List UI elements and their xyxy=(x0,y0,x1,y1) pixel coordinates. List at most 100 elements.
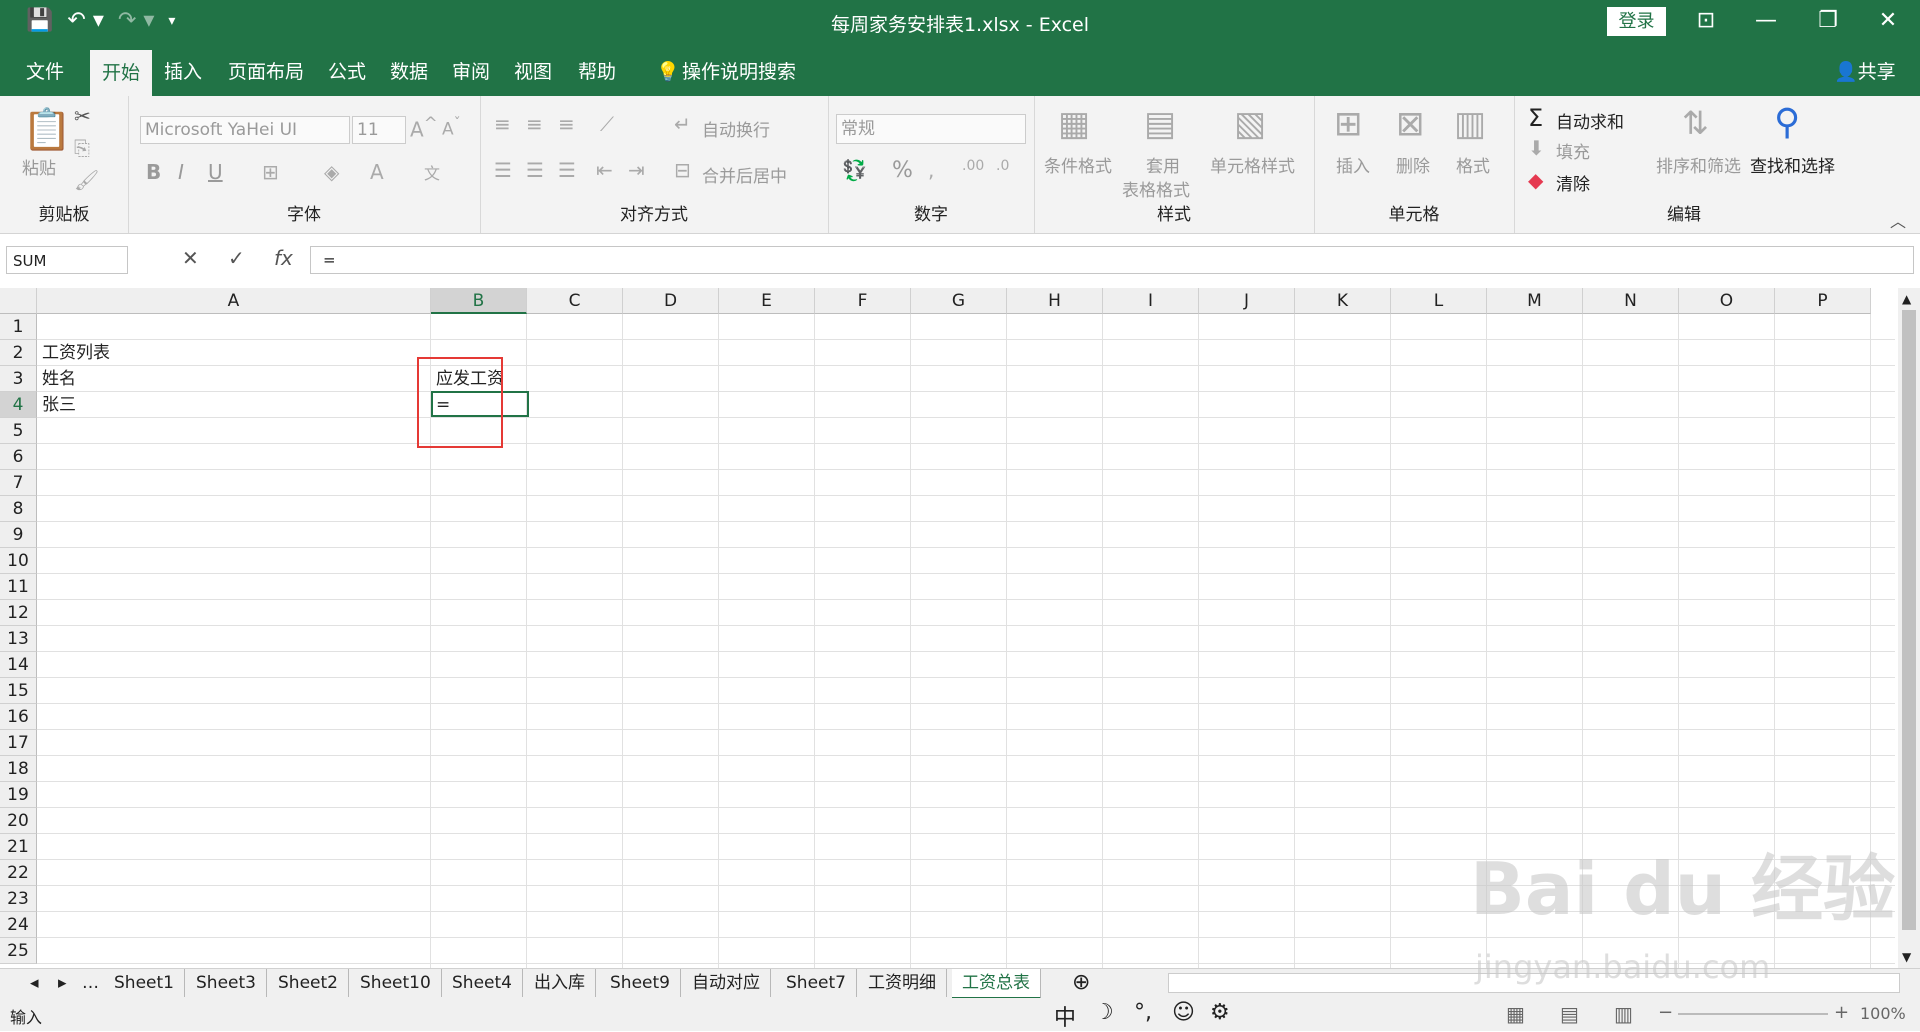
cell-styles-icon[interactable]: ▧ xyxy=(1234,104,1266,144)
column-header-k[interactable]: K xyxy=(1295,288,1391,314)
row-header-4[interactable]: 4 xyxy=(0,392,37,418)
row-header-9[interactable]: 9 xyxy=(0,522,37,548)
login-button[interactable]: 登录 xyxy=(1607,7,1666,36)
close-icon[interactable]: ✕ xyxy=(1868,8,1908,33)
insert-cells-button[interactable]: 插入 xyxy=(1336,152,1370,177)
column-header-d[interactable]: D xyxy=(623,288,719,314)
increase-font-icon[interactable]: A^ xyxy=(410,114,438,142)
page-break-view-icon[interactable]: ▥ xyxy=(1614,1002,1633,1026)
row-header-8[interactable]: 8 xyxy=(0,496,37,522)
row-header-3[interactable]: 3 xyxy=(0,366,37,392)
row-header-24[interactable]: 24 xyxy=(0,912,37,938)
sheet-tab[interactable]: Sheet1 xyxy=(104,969,185,997)
conditional-format-button[interactable]: 条件格式 xyxy=(1044,152,1112,177)
settings-icon[interactable]: ⚙ xyxy=(1210,1000,1230,1025)
merge-center-button[interactable]: 合并后居中 xyxy=(702,162,787,187)
scroll-up-icon[interactable]: ▲ xyxy=(1902,292,1911,306)
align-left-icon[interactable]: ☰ xyxy=(494,158,512,182)
sheet-tab[interactable]: Sheet2 xyxy=(268,969,349,997)
tab-file[interactable]: 文件 xyxy=(14,46,76,96)
tab-formulas[interactable]: 公式 xyxy=(316,46,378,96)
cut-icon[interactable]: ✂ xyxy=(74,104,91,128)
enter-icon[interactable]: ✓ xyxy=(228,246,245,270)
font-color-icon[interactable]: A xyxy=(370,160,384,184)
tell-me-search[interactable]: 操作说明搜索 xyxy=(670,46,808,96)
moon-icon[interactable]: ☽ xyxy=(1094,1000,1114,1025)
select-all-corner[interactable] xyxy=(0,288,37,314)
column-header-n[interactable]: N xyxy=(1583,288,1679,314)
row-header-7[interactable]: 7 xyxy=(0,470,37,496)
column-header-l[interactable]: L xyxy=(1391,288,1487,314)
decrease-indent-icon[interactable]: ⇤ xyxy=(596,158,613,182)
column-header-m[interactable]: M xyxy=(1487,288,1583,314)
ribbon-display-icon[interactable]: ⊡ xyxy=(1686,8,1726,33)
top-align-icon[interactable]: ≡ xyxy=(494,112,511,136)
sheet-tab[interactable]: Sheet4 xyxy=(442,969,523,997)
increase-indent-icon[interactable]: ⇥ xyxy=(628,158,645,182)
autosum-icon[interactable]: Σ xyxy=(1528,104,1543,132)
sheet-tab[interactable]: Sheet3 xyxy=(186,969,267,997)
minimize-icon[interactable]: — xyxy=(1746,8,1786,33)
normal-view-icon[interactable]: ▦ xyxy=(1506,1002,1525,1026)
punctuation-icon[interactable]: °, xyxy=(1134,1000,1152,1025)
row-header-11[interactable]: 11 xyxy=(0,574,37,600)
cell-a3[interactable]: 姓名 xyxy=(42,366,76,392)
row-header-20[interactable]: 20 xyxy=(0,808,37,834)
tab-help[interactable]: 帮助 xyxy=(566,46,628,96)
cancel-icon[interactable]: ✕ xyxy=(182,246,199,270)
format-cells-button[interactable]: 格式 xyxy=(1456,152,1490,177)
bottom-align-icon[interactable]: ≡ xyxy=(558,112,575,136)
fill-color-icon[interactable]: ◈ xyxy=(324,160,339,184)
format-painter-icon[interactable]: 🖌 xyxy=(74,168,99,192)
delete-cells-button[interactable]: 删除 xyxy=(1396,152,1430,177)
row-header-17[interactable]: 17 xyxy=(0,730,37,756)
number-format-select[interactable]: 常规 xyxy=(836,114,1026,144)
column-header-j[interactable]: J xyxy=(1199,288,1295,314)
row-header-1[interactable]: 1 xyxy=(0,314,37,340)
row-header-16[interactable]: 16 xyxy=(0,704,37,730)
percent-button[interactable]: % xyxy=(892,158,913,183)
phonetic-icon[interactable]: 文 xyxy=(424,160,440,184)
bold-button[interactable]: B xyxy=(146,160,161,184)
row-header-21[interactable]: 21 xyxy=(0,834,37,860)
cell-styles-button[interactable]: 单元格样式 xyxy=(1210,152,1295,177)
tab-home[interactable]: 开始 xyxy=(90,50,153,96)
row-header-13[interactable]: 13 xyxy=(0,626,37,652)
middle-align-icon[interactable]: ≡ xyxy=(526,112,543,136)
zoom-in-icon[interactable]: + xyxy=(1834,1002,1849,1023)
accounting-icon[interactable]: 💱 xyxy=(842,158,867,182)
row-header-19[interactable]: 19 xyxy=(0,782,37,808)
cell-a4[interactable]: 张三 xyxy=(42,392,76,418)
sheet-tab[interactable]: 工资明细 xyxy=(858,969,947,997)
column-header-g[interactable]: G xyxy=(911,288,1007,314)
row-header-14[interactable]: 14 xyxy=(0,652,37,678)
format-cells-icon[interactable]: ▥ xyxy=(1454,104,1486,144)
zoom-slider[interactable] xyxy=(1678,1013,1828,1015)
tab-view[interactable]: 视图 xyxy=(502,46,564,96)
sort-filter-button[interactable]: 排序和筛选 xyxy=(1656,152,1741,177)
new-sheet-icon[interactable]: ⊕ xyxy=(1062,969,1100,997)
sheet-tab[interactable]: 工资总表 xyxy=(952,969,1041,1000)
insert-cells-icon[interactable]: ⊞ xyxy=(1334,104,1363,144)
increase-decimal-icon[interactable]: .00 xyxy=(962,158,984,174)
italic-button[interactable]: I xyxy=(178,160,184,184)
sheet-tab[interactable]: Sheet9 xyxy=(600,969,681,997)
emoji-icon[interactable]: ☺ xyxy=(1172,1000,1195,1025)
ime-chinese-indicator[interactable]: 中 xyxy=(1054,1000,1076,1032)
row-header-10[interactable]: 10 xyxy=(0,548,37,574)
align-right-icon[interactable]: ☰ xyxy=(558,158,576,182)
orientation-icon[interactable]: ⟋ xyxy=(600,112,614,136)
row-header-15[interactable]: 15 xyxy=(0,678,37,704)
row-header-23[interactable]: 23 xyxy=(0,886,37,912)
zoom-level[interactable]: 100% xyxy=(1860,1004,1906,1023)
underline-button[interactable]: U xyxy=(208,160,223,184)
fill-button[interactable]: 填充 xyxy=(1556,138,1590,163)
delete-cells-icon[interactable]: ⊠ xyxy=(1396,104,1425,144)
border-icon[interactable]: ⊞ xyxy=(262,160,279,184)
scroll-thumb[interactable] xyxy=(1902,310,1916,930)
sheet-tab[interactable]: Sheet10 xyxy=(350,969,442,997)
tab-page-layout[interactable]: 页面布局 xyxy=(216,46,316,96)
sort-filter-icon[interactable]: ⇅ xyxy=(1682,104,1709,142)
row-header-12[interactable]: 12 xyxy=(0,600,37,626)
zoom-out-icon[interactable]: − xyxy=(1658,1002,1673,1023)
